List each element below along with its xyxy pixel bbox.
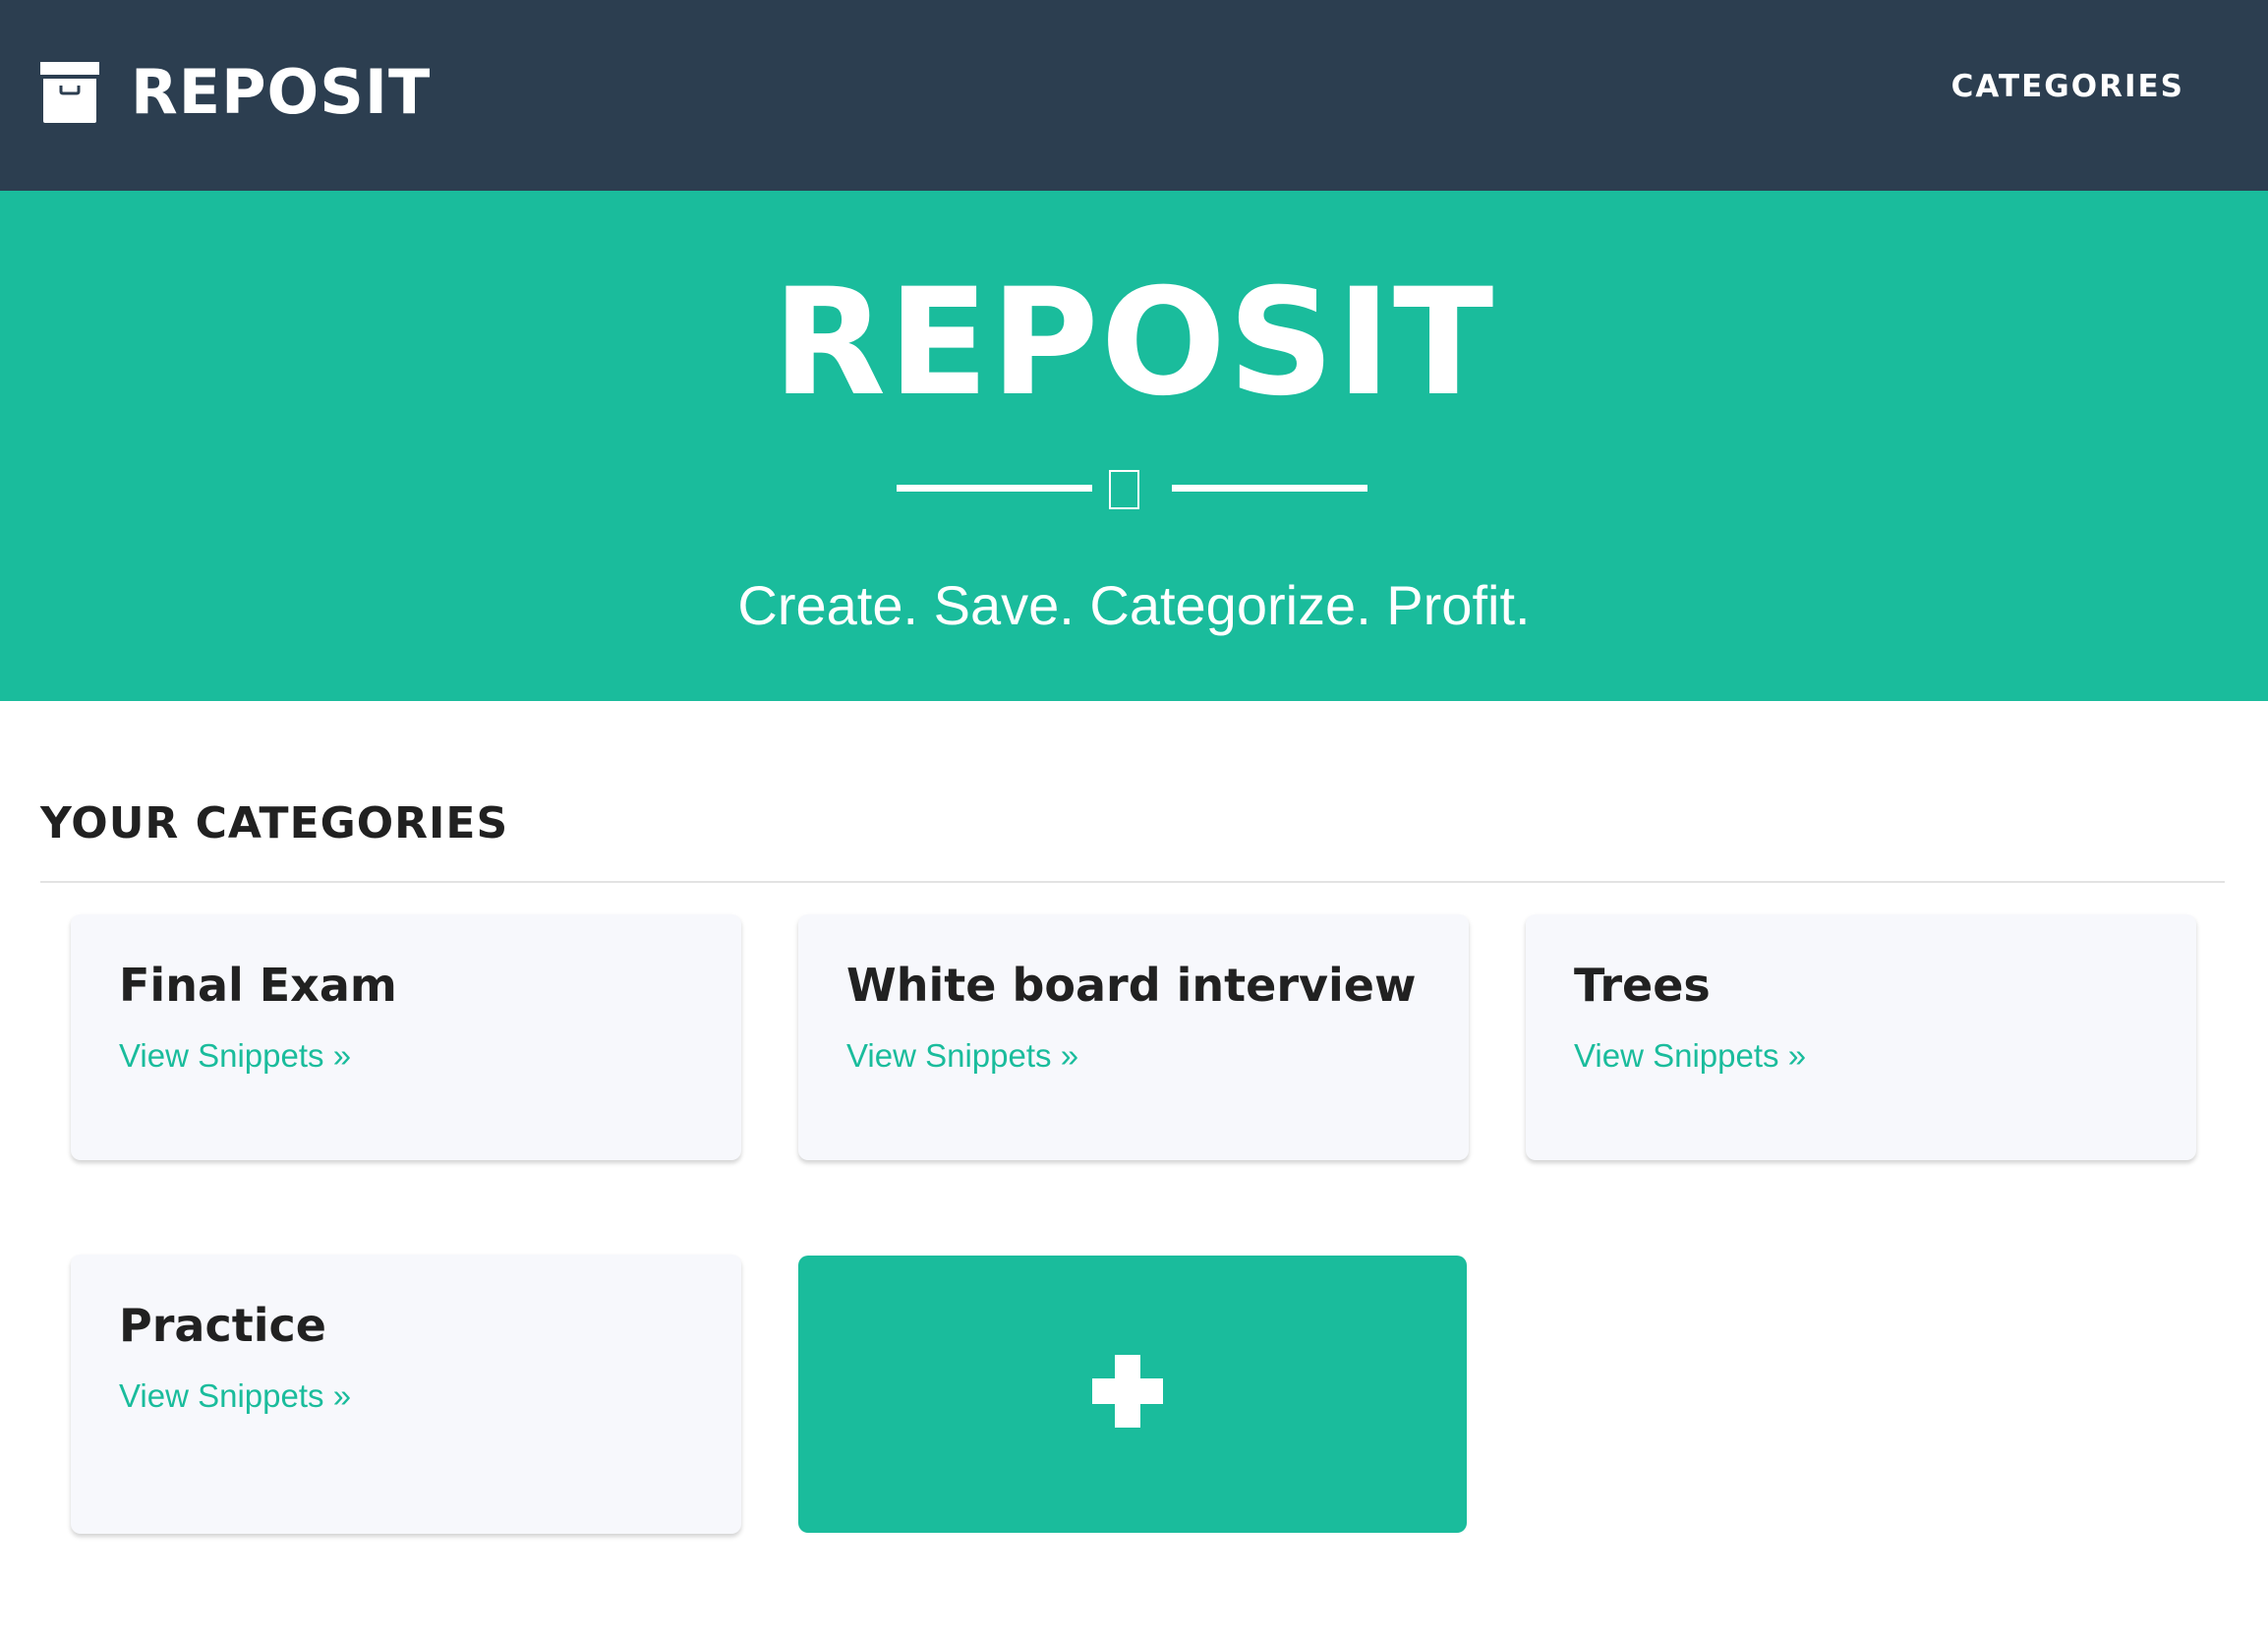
brand-text: REPOSIT: [131, 56, 432, 128]
view-snippets-link[interactable]: View Snippets »: [119, 1036, 351, 1076]
category-card: Final Exam View Snippets »: [71, 914, 741, 1160]
view-snippets-link[interactable]: View Snippets »: [1574, 1036, 1806, 1076]
category-card: White board interview View Snippets »: [798, 914, 1469, 1160]
hero-title: REPOSIT: [772, 258, 1496, 429]
navbar: REPOSIT CATEGORIES: [0, 0, 2268, 191]
view-snippets-link[interactable]: View Snippets »: [846, 1036, 1078, 1076]
star-icon: [1109, 470, 1139, 509]
category-title: Practice: [119, 1299, 326, 1352]
section-divider: [40, 881, 2225, 883]
category-title: Trees: [1574, 959, 1711, 1012]
nav-link-categories[interactable]: CATEGORIES: [1951, 67, 2184, 106]
hero-header: REPOSIT Create. Save. Categorize. Profit…: [0, 191, 2268, 701]
category-card: Practice View Snippets »: [71, 1255, 741, 1534]
divider-line-right: [1172, 485, 1367, 492]
category-title: White board interview: [846, 959, 1417, 1012]
divider-line-left: [897, 485, 1092, 492]
plus-icon-horizontal-bar: [1092, 1378, 1163, 1404]
view-snippets-link[interactable]: View Snippets »: [119, 1376, 351, 1416]
add-category-button[interactable]: [798, 1256, 1467, 1533]
archive-box-icon: [40, 62, 99, 123]
category-title: Final Exam: [119, 959, 397, 1012]
section-title: YOUR CATEGORIES: [40, 798, 509, 848]
brand-link[interactable]: REPOSIT: [40, 53, 431, 132]
category-card: Trees View Snippets »: [1526, 914, 2196, 1160]
hero-tagline: Create. Save. Categorize. Profit.: [737, 574, 1531, 636]
